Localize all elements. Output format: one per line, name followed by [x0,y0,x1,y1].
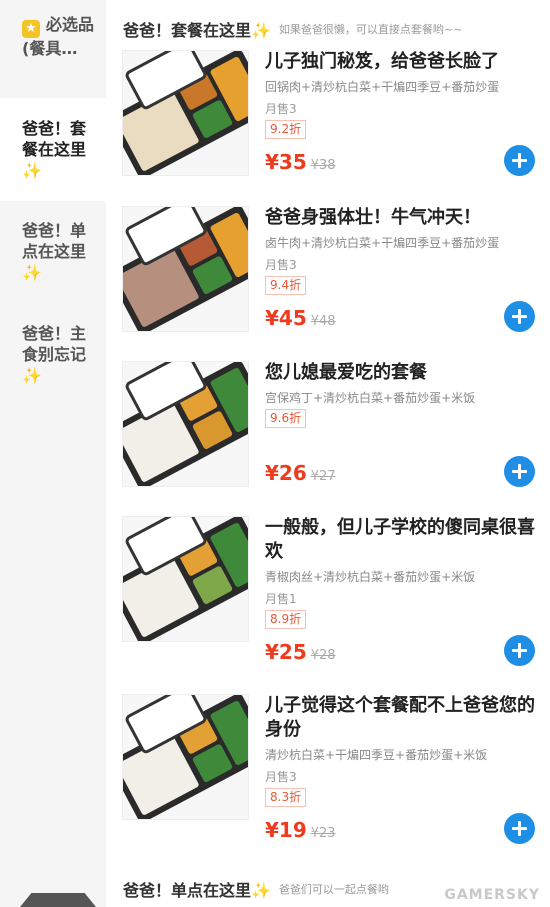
product-card[interactable]: 爸爸身强体壮！牛气冲天！ 卤牛肉+清炒杭白菜+干煸四季豆+番茄炒蛋 月售3 9.… [122,206,542,332]
current-price: ¥19 [265,818,307,842]
current-price: ¥26 [265,461,307,485]
meal-image[interactable] [122,50,249,176]
product-card[interactable]: 一般般，但儿子学校的傻同桌很喜欢 青椒肉丝+清炒杭白菜+番茄炒蛋+米饭 月售1 … [122,516,542,666]
price-row: ¥19 ¥23 [265,818,336,842]
price-row: ¥35 ¥38 [265,150,336,174]
discount-badge: 9.4折 [265,276,307,295]
discount-badge: 9.6折 [265,409,307,428]
section-header-combos: 爸爸！套餐在这里✨ 如果爸爸很懒，可以直接点套餐哟~~ [123,18,462,40]
section-title: 爸爸！单点在这里✨ [123,881,271,900]
sidebar-item-single[interactable]: 爸爸！单点在这里 ✨ [0,220,106,290]
star-icon: ★ [22,20,40,38]
add-to-cart-button[interactable] [504,145,535,176]
monthly-sales: 月售1 [265,592,297,606]
product-title: 儿子觉得这个套餐配不上爸爸您的身份 [265,695,535,740]
product-title: 您儿媳最爱吃的套餐 [265,362,427,383]
sparkle-icon: ✨ [22,263,42,282]
product-title: 爸爸身强体壮！牛气冲天！ [265,207,481,228]
meal-image[interactable] [122,361,249,487]
original-price: ¥28 [310,648,336,663]
add-to-cart-button[interactable] [504,301,535,332]
product-desc: 青椒肉丝+清炒杭白菜+番茄炒蛋+米饭 [265,570,476,584]
meal-image[interactable] [122,516,249,642]
price-row: ¥45 ¥48 [265,306,336,330]
section-subtitle: 如果爸爸很懒，可以直接点套餐哟~~ [278,23,463,36]
product-desc: 卤牛肉+清炒杭白菜+干煸四季豆+番茄炒蛋 [265,236,500,250]
product-title: 一般般，但儿子学校的傻同桌很喜欢 [265,517,535,562]
original-price: ¥27 [310,469,336,484]
product-card[interactable]: 儿子觉得这个套餐配不上爸爸您的身份 清炒杭白菜+干煸四季豆+番茄炒蛋+米饭 月售… [122,694,542,844]
original-price: ¥23 [310,826,336,841]
monthly-sales: 月售3 [265,770,297,784]
current-price: ¥35 [265,150,307,174]
original-price: ¥48 [310,314,336,329]
original-price: ¥38 [310,158,336,173]
price-row: ¥26 ¥27 [265,461,336,485]
product-desc: 回锅肉+清炒杭白菜+干煸四季豆+番茄炒蛋 [265,80,500,94]
sparkle-icon: ✨ [22,366,42,385]
monthly-sales: 月售3 [265,258,297,272]
bottom-tab-handle[interactable] [20,893,96,907]
sparkle-icon: ✨ [22,161,42,180]
price-row: ¥25 ¥28 [265,640,336,664]
product-card[interactable]: 儿子独门秘笈，给爸爸长脸了 回锅肉+清炒杭白菜+干煸四季豆+番茄炒蛋 月售3 9… [122,50,542,176]
section-title: 爸爸！套餐在这里✨ [123,21,271,40]
current-price: ¥25 [265,640,307,664]
section-header-single: 爸爸！单点在这里✨ 爸爸们可以一起点餐哟 [123,878,389,900]
sidebar-item-combos[interactable]: 爸爸！套餐在这里 ✨ [0,98,106,201]
product-card[interactable]: 您儿媳最爱吃的套餐 宫保鸡丁+清炒杭白菜+番茄炒蛋+米饭 9.6折 ¥26 ¥2… [122,361,542,487]
sidebar-item-label: 爸爸！单点在这里 [22,221,87,261]
sidebar-item-label: 爸爸！主食别忘记 [22,324,87,364]
discount-badge: 9.2折 [265,120,307,139]
category-sidebar: ★ 必选品(餐具… 爸爸！套餐在这里 ✨ 爸爸！单点在这里 ✨ 爸爸！主食别忘记 ✨ [0,0,106,907]
discount-badge: 8.9折 [265,610,307,629]
discount-badge: 8.3折 [265,788,307,807]
sidebar-item-staple[interactable]: 爸爸！主食别忘记 ✨ [0,323,106,393]
product-desc: 宫保鸡丁+清炒杭白菜+番茄炒蛋+米饭 [265,391,476,405]
sidebar-item-required[interactable]: ★ 必选品(餐具… [0,14,106,86]
current-price: ¥45 [265,306,307,330]
product-title: 儿子独门秘笈，给爸爸长脸了 [265,51,499,72]
product-list: 爸爸！套餐在这里✨ 如果爸爸很懒，可以直接点套餐哟~~ 儿子独门秘笈，给爸爸长脸… [106,0,550,907]
section-subtitle: 爸爸们可以一起点餐哟 [278,883,389,896]
product-desc: 清炒杭白菜+干煸四季豆+番茄炒蛋+米饭 [265,748,488,762]
add-to-cart-button[interactable] [504,635,535,666]
add-to-cart-button[interactable] [504,813,535,844]
sidebar-item-label: 爸爸！套餐在这里 [22,119,87,159]
watermark: GAMERSKY [444,887,540,903]
meal-image[interactable] [122,206,249,332]
meal-image[interactable] [122,694,249,820]
monthly-sales: 月售3 [265,102,297,116]
add-to-cart-button[interactable] [504,456,535,487]
